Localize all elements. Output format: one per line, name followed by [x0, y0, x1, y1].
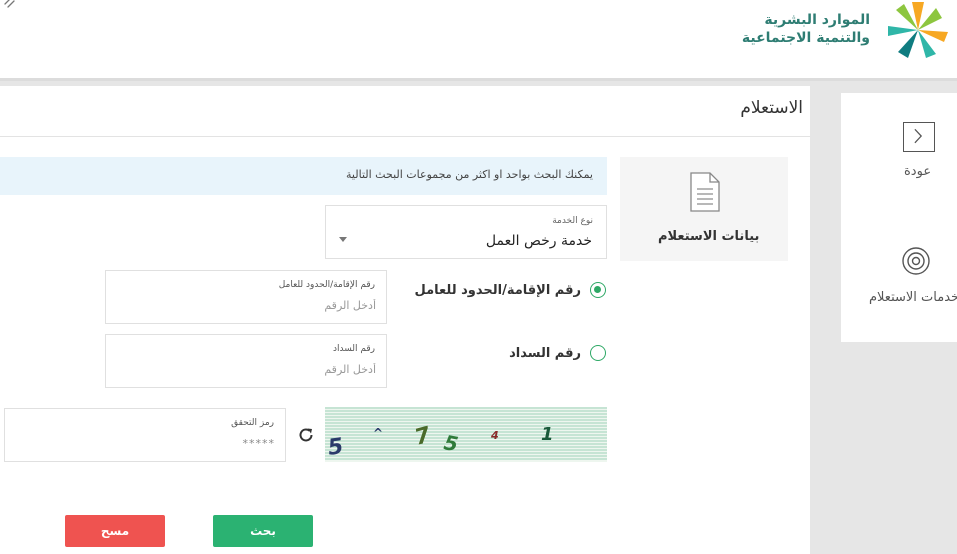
caret-down-icon	[339, 237, 347, 242]
info-text: يمكنك البحث بواحد او اكثر من مجموعات الب…	[346, 168, 593, 181]
radio-payment-number[interactable]	[590, 345, 606, 361]
radio-residence-number-label[interactable]: رقم الإقامة/الحدود للعامل	[415, 283, 581, 298]
title-divider	[0, 136, 810, 137]
captcha-char: 4	[490, 429, 499, 442]
logo-text-line-2: والتنمية الاجتماعية	[741, 30, 870, 46]
captcha-char: ^	[373, 426, 383, 440]
inquiry-services-label[interactable]: خدمات الاستعلام	[869, 290, 957, 305]
app-header: الموارد البشرية والتنمية الاجتماعية	[0, 0, 957, 78]
back-label[interactable]: عودة	[904, 164, 931, 179]
info-banner: يمكنك البحث بواحد او اكثر من مجموعات الب…	[0, 157, 607, 195]
ministry-logo-icon	[888, 2, 948, 58]
back-button[interactable]	[903, 122, 935, 152]
chevron-right-icon	[914, 128, 923, 144]
payment-number-input[interactable]	[136, 361, 376, 377]
service-type-label: نوع الخدمة	[552, 216, 593, 226]
clear-button[interactable]: مسح	[65, 515, 165, 547]
residence-number-label: رقم الإقامة/الحدود للعامل	[278, 280, 375, 290]
residence-number-field: رقم الإقامة/الحدود للعامل	[105, 270, 387, 324]
service-type-value: خدمة رخص العمل	[485, 233, 592, 249]
search-button[interactable]: بحث	[213, 515, 313, 547]
section-label: بيانات الاستعلام	[658, 229, 760, 244]
document-icon	[690, 172, 720, 212]
payment-number-label: رقم السداد	[332, 344, 375, 354]
captcha-label: رمز التحقق	[231, 418, 274, 428]
captcha-field: رمز التحقق	[4, 408, 286, 462]
main-panel: الاستعلام بيانات الاستعلام يمكنك البحث ب…	[0, 86, 810, 554]
broadcast-icon[interactable]	[900, 246, 932, 278]
page-title: الاستعلام	[740, 98, 803, 118]
link-icon[interactable]	[2, 0, 18, 10]
refresh-icon[interactable]	[297, 426, 315, 444]
radio-payment-number-label[interactable]: رقم السداد	[509, 346, 581, 361]
section-card: بيانات الاستعلام	[620, 157, 788, 261]
captcha-input[interactable]	[15, 435, 275, 451]
service-type-select[interactable]: نوع الخدمة خدمة رخص العمل	[325, 205, 607, 259]
captcha-char: 1	[541, 424, 554, 445]
captcha-image: 5^ 7 5 4 1	[325, 407, 607, 462]
logo-text-line-1: الموارد البشرية	[764, 12, 870, 28]
radio-residence-number[interactable]	[590, 282, 606, 298]
sidebar: عودة خدمات الاستعلام	[841, 93, 957, 342]
payment-number-field: رقم السداد	[105, 334, 387, 388]
residence-number-input[interactable]	[136, 297, 376, 313]
